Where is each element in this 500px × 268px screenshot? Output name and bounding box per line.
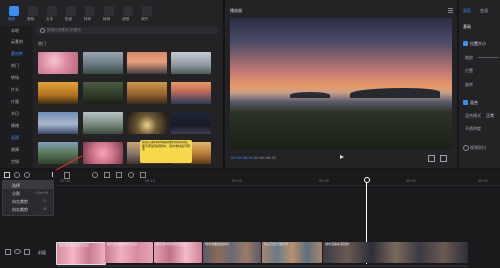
tab-speed[interactable]: 变速	[480, 8, 488, 14]
mute-icon[interactable]	[24, 249, 30, 255]
tick-label: 00:40	[406, 179, 416, 183]
player-title: 播放器	[230, 8, 242, 13]
menu-item-split[interactable]: 分割	[12, 191, 20, 197]
timeline-toolbar	[0, 170, 500, 179]
clip-4[interactable]: 城市地面航拍延时	[203, 242, 261, 263]
track-header: 封面	[2, 242, 54, 263]
position-size-checkbox[interactable]	[463, 41, 468, 47]
fullscreen-icon[interactable]	[428, 155, 435, 162]
context-menu: 选择 分割 向左裁剪 Q 向右裁剪 W Ctrl+B	[2, 180, 54, 216]
time-current: 00:00:08:00	[231, 156, 253, 160]
stabilize-checkbox[interactable]	[463, 145, 469, 151]
clip-label: 樱花素材视频春天花朵	[156, 242, 187, 246]
clip-label: 城市道路车流延时	[325, 242, 350, 246]
scale-slider[interactable]	[478, 57, 498, 58]
timeline-scrollbar[interactable]	[56, 265, 468, 267]
blend-mode-value[interactable]: 正常	[486, 113, 494, 119]
shortcut-trim-right: W	[43, 207, 47, 211]
label-opacity: 不透明度	[465, 126, 481, 131]
hill-silhouette	[350, 88, 440, 98]
playhead-handle[interactable]	[364, 177, 370, 183]
label-position: 位置	[465, 68, 473, 73]
tick-label: 00:20	[232, 179, 242, 183]
clip-1[interactable]: 樱花素材视频春天花朵	[56, 242, 106, 265]
eye-icon[interactable]	[14, 249, 21, 254]
tick-label: 00:00	[60, 179, 70, 183]
tick-label: 00:10	[145, 179, 155, 183]
time-total: 00:00:46:20	[254, 156, 276, 160]
menu-item-trim-left[interactable]: 向左裁剪	[12, 199, 28, 205]
blend-checkbox[interactable]	[463, 100, 468, 106]
split-icon[interactable]	[52, 172, 53, 177]
label-stabilize: 视频防抖	[470, 145, 486, 150]
lock-icon[interactable]	[5, 249, 11, 255]
undo-icon[interactable]	[14, 172, 20, 178]
label-blend-mode: 混合模式	[465, 113, 481, 118]
track-label-cover[interactable]: 封面	[38, 250, 46, 256]
clip-label: 海上日出日落风景	[264, 242, 289, 246]
menu-item-select-highlight[interactable]	[3, 181, 53, 189]
clip-3[interactable]: 樱花素材视频春天花朵	[154, 242, 202, 263]
label-blend: 混合	[470, 100, 478, 105]
label-rotation: 旋转	[465, 82, 473, 87]
clip-5[interactable]: 海上日出日落风景	[262, 242, 322, 263]
clip-6[interactable]: 城市道路车流延时	[323, 242, 468, 263]
menu-item-select[interactable]: 选择	[12, 183, 20, 189]
island-silhouette	[290, 92, 330, 98]
shortcut-split: Ctrl+B	[36, 191, 48, 195]
clip-label: 樱花素材视频春天花朵	[107, 242, 138, 246]
checkbox-icon	[463, 100, 468, 105]
clip-label: 城市地面航拍延时	[205, 242, 230, 246]
menu-item-trim-right[interactable]: 向右裁剪	[12, 207, 28, 213]
checkbox-icon	[463, 41, 468, 46]
sub-tab-basic[interactable]: 基础	[463, 24, 471, 30]
label-position-size: 位置大小	[470, 41, 486, 46]
ratio-icon[interactable]	[440, 155, 447, 162]
clip-2[interactable]: 樱花素材视频春天花朵	[105, 242, 153, 263]
tab-picture[interactable]: 画面	[463, 8, 471, 14]
clip-label: 樱花素材视频春天花朵	[59, 243, 90, 247]
timeline-ruler[interactable]	[56, 178, 500, 186]
tick-label: 00:30	[319, 179, 329, 183]
label-scale: 缩放	[465, 55, 473, 60]
select-tool-icon[interactable]	[4, 172, 10, 178]
player-menu-icon[interactable]	[448, 8, 453, 9]
shortcut-trim-left: Q	[43, 199, 46, 203]
play-button[interactable]	[340, 155, 344, 159]
redo-icon[interactable]	[24, 172, 30, 178]
tick-label: 00:50	[478, 179, 488, 183]
video-preview[interactable]	[230, 18, 452, 149]
